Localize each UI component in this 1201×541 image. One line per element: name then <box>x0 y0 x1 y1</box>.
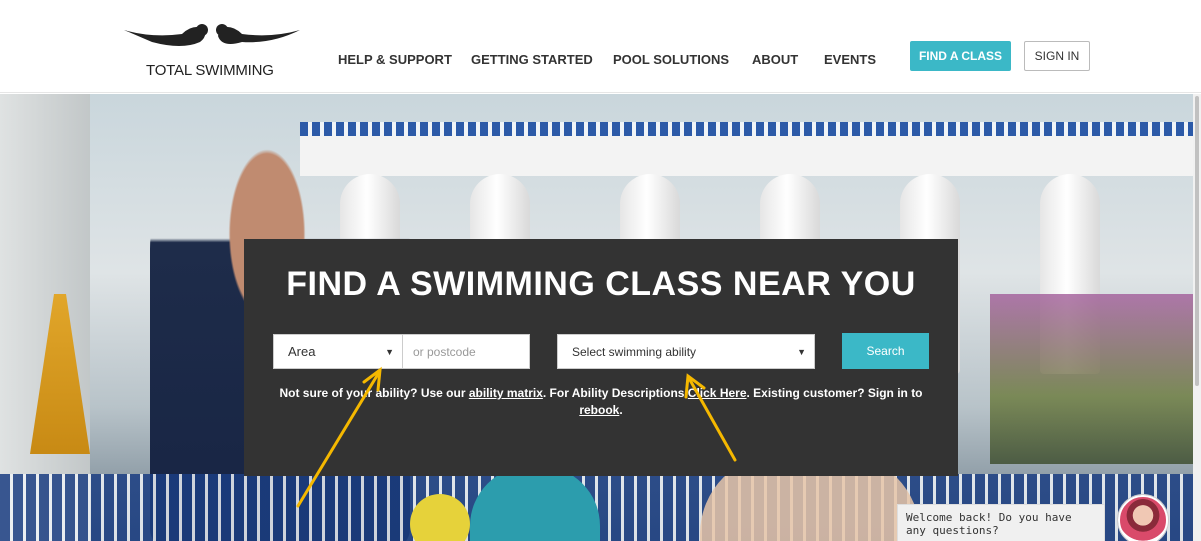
chat-agent-avatar[interactable] <box>1118 495 1168 541</box>
panel-title: FIND A SWIMMING CLASS NEAR YOU <box>286 265 916 303</box>
swimming-ability-select[interactable]: Select swimming ability ▼ <box>557 334 815 369</box>
ability-select-label: Select swimming ability <box>572 344 697 359</box>
nav-about[interactable]: ABOUT <box>752 52 798 67</box>
sign-in-button[interactable]: SIGN IN <box>1024 41 1090 71</box>
nav-getting-started[interactable]: GETTING STARTED <box>471 52 593 67</box>
rebook-link[interactable]: rebook <box>579 403 619 417</box>
swimmers-logo-icon <box>124 24 300 46</box>
click-here-link[interactable]: Click Here <box>688 386 747 400</box>
help-text: Not sure of your ability? Use our abilit… <box>274 385 928 419</box>
site-header: TOTAL SWIMMING HELP & SUPPORT GETTING ST… <box>0 0 1201 93</box>
chat-welcome-bubble[interactable]: Welcome back! Do you have any questions? <box>897 504 1105 541</box>
brand-name: TOTAL SWIMMING <box>146 62 274 79</box>
mosaic-rail <box>300 122 1201 136</box>
help-text-part: . <box>619 403 623 417</box>
find-a-class-button[interactable]: FIND A CLASS <box>910 41 1011 71</box>
nav-help-support[interactable]: HELP & SUPPORT <box>338 52 452 67</box>
search-button[interactable]: Search <box>842 333 929 369</box>
balustrade <box>300 136 1201 176</box>
postcode-input[interactable] <box>402 334 530 369</box>
ability-matrix-link[interactable]: ability matrix <box>469 386 543 400</box>
caret-down-icon: ▼ <box>797 347 806 357</box>
area-select-label: Area <box>288 344 316 359</box>
total-swimming-logo[interactable]: TOTAL SWIMMING <box>122 20 302 82</box>
nav-events[interactable]: EVENTS <box>824 52 876 67</box>
scrollbar-thumb[interactable] <box>1195 96 1199 386</box>
area-select[interactable]: Area ▼ <box>273 334 403 369</box>
poolside-equipment <box>990 294 1201 464</box>
nav-pool-solutions[interactable]: POOL SOLUTIONS <box>613 52 729 67</box>
help-text-part: Not sure of your ability? Use our <box>279 386 469 400</box>
help-text-part: . For Ability Descriptions <box>542 386 688 400</box>
help-text-part: . Existing customer? Sign in to <box>746 386 923 400</box>
find-class-panel: FIND A SWIMMING CLASS NEAR YOU Area ▼ Se… <box>244 239 958 476</box>
caret-down-icon: ▼ <box>385 347 394 357</box>
